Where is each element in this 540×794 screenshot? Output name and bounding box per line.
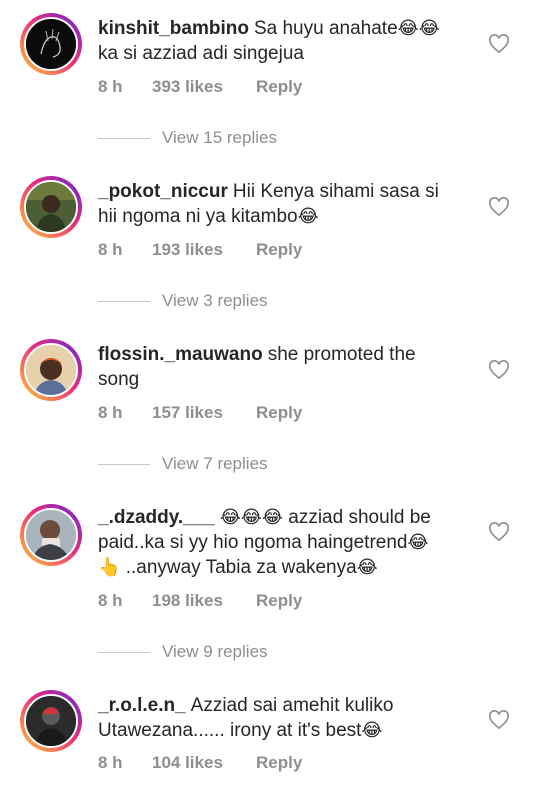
view-replies-label: View 7 replies [162, 454, 268, 473]
comment-emoji: 😂😂 [397, 18, 440, 39]
comment-meta: 8 h 198 likes Reply [98, 591, 302, 611]
avatar-image [24, 508, 78, 562]
heart-icon[interactable] [488, 710, 510, 730]
person-photo-icon [26, 696, 76, 746]
comment-time: 8 h [98, 240, 123, 259]
comment-body: Sa huyu anahate [253, 18, 398, 39]
divider-line [98, 651, 150, 653]
divider-line [98, 463, 150, 465]
hand-sketch-icon [26, 19, 76, 69]
comment-emoji: 👆 [98, 557, 121, 578]
view-replies-button[interactable]: View 9 replies [98, 642, 268, 662]
heart-icon[interactable] [488, 34, 510, 54]
avatar[interactable] [20, 339, 82, 401]
comment-username[interactable]: flossin._mauwano [98, 344, 263, 365]
comment-likes[interactable]: 198 likes [152, 591, 256, 611]
view-replies-label: View 9 replies [162, 642, 268, 661]
view-replies-label: View 3 replies [162, 291, 268, 310]
comment-meta: 8 h 193 likes Reply [98, 240, 302, 260]
comment-text: _pokot_niccur Hii Kenya sihami sasa si hi… [98, 179, 478, 229]
avatar-image [24, 694, 78, 748]
comment-time: 8 h [98, 753, 123, 772]
comment-text: _r.o.l.e.n_ Azziad sai amehit kuliko Utaw… [98, 693, 478, 743]
view-replies-button[interactable]: View 7 replies [98, 454, 268, 474]
view-replies-label: View 15 replies [162, 128, 277, 147]
comment-body: paid..ka si yy hio ngoma haingetrend [98, 532, 408, 553]
divider-line [98, 300, 150, 302]
view-replies-button[interactable]: View 3 replies [98, 291, 268, 311]
avatar-image [24, 343, 78, 397]
avatar-image [24, 17, 78, 71]
reply-button[interactable]: Reply [256, 753, 302, 773]
reply-button[interactable]: Reply [256, 240, 302, 260]
comment-emoji: 😂 [297, 206, 319, 227]
heart-icon[interactable] [488, 360, 510, 380]
comment-meta: 8 h 104 likes Reply [98, 753, 302, 773]
comment-meta: 8 h 157 likes Reply [98, 403, 302, 423]
comment-username[interactable]: _.dzaddy.___ [98, 507, 215, 528]
avatar-image [24, 180, 78, 234]
reply-button[interactable]: Reply [256, 403, 302, 423]
reply-button[interactable]: Reply [256, 591, 302, 611]
comment-emoji: 😂😂😂 [219, 507, 283, 528]
comment-meta: 8 h 393 likes Reply [98, 77, 302, 97]
comment-body: ka si azziad adi singejua [98, 43, 304, 64]
comment-likes[interactable]: 393 likes [152, 77, 256, 97]
comment-body: hii ngoma ni ya kitambo [98, 206, 298, 227]
comment-body: song [98, 369, 140, 390]
comment-emoji: 😂 [361, 720, 383, 741]
comment-likes[interactable]: 104 likes [152, 753, 256, 773]
avatar[interactable] [20, 176, 82, 238]
avatar[interactable] [20, 13, 82, 75]
avatar[interactable] [20, 504, 82, 566]
reply-button[interactable]: Reply [256, 77, 302, 97]
comment-body: Hii Kenya sihami sasa si [232, 181, 439, 202]
comment-body: Azziad sai amehit kuliko [190, 695, 394, 716]
comment-time: 8 h [98, 77, 123, 96]
comment-username[interactable]: _pokot_niccur [98, 181, 228, 202]
comment-time: 8 h [98, 591, 123, 610]
avatar[interactable] [20, 690, 82, 752]
comment-likes[interactable]: 193 likes [152, 240, 256, 260]
comment-body: ..anyway Tabia za wakenya [125, 557, 357, 578]
comment-emoji: 😂 [356, 557, 378, 578]
person-photo-icon [26, 510, 76, 560]
comment-text: flossin._mauwano she promoted the song [98, 342, 478, 392]
comment-body: Utawezana...... irony at it's best [98, 720, 362, 741]
comment-body: azziad should be [288, 507, 431, 528]
person-photo-icon [26, 345, 76, 395]
person-photo-icon [26, 182, 76, 232]
view-replies-button[interactable]: View 15 replies [98, 128, 277, 148]
heart-icon[interactable] [488, 522, 510, 542]
comment-username[interactable]: kinshit_bambino [98, 18, 249, 39]
divider-line [98, 137, 150, 139]
comment-username[interactable]: _r.o.l.e.n_ [98, 695, 186, 716]
comment-time: 8 h [98, 403, 123, 422]
comment-likes[interactable]: 157 likes [152, 403, 256, 423]
heart-icon[interactable] [488, 197, 510, 217]
comment-text: kinshit_bambino Sa huyu anahate😂😂 ka si a… [98, 16, 478, 66]
comment-body: she promoted the [267, 344, 416, 365]
comment-emoji: 😂 [407, 532, 429, 553]
comment-text: _.dzaddy.___ 😂😂😂 azziad should be paid..k… [98, 505, 478, 580]
